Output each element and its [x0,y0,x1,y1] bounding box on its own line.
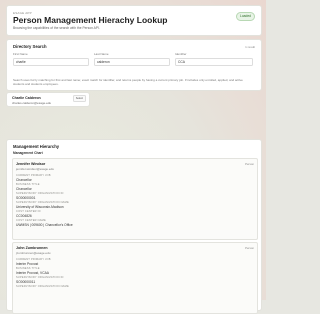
person-name: John Zumbrunnen [16,246,48,250]
status-badge: Loaded [235,12,255,21]
field-value: UWMSN | 009600 | Chancellor's Office [16,222,73,227]
last-name-input[interactable]: calderon [94,57,170,66]
person-field: CURRENT PRIMARY JOB Interim Provost [16,258,51,266]
field-label: CURRENT PRIMARY JOB [16,174,51,177]
management-hierarchy-panel: Management Hierarchy Management Chart Je… [6,139,262,314]
first-name-field: First Name charlie [13,52,89,66]
person-field: BUSINESS TITLE Interim Provost, VCAA [16,267,49,275]
person-field: COST CENTER ID CC004826 [16,210,41,218]
person-field: COST CENTER NAME UWMSN | 009600 | Chance… [16,219,73,227]
person-card[interactable]: John Zumbrunnen jzumbrunnen@esage.edu Pe… [12,242,258,314]
hierarchy-title: Management Hierarchy [13,144,60,149]
field-label: SUPERVISORY ORGANIZATION NAME [16,285,69,288]
field-value: SO00000011 [16,279,36,284]
field-label: SUPERVISORY ORGANIZATION NAME [16,201,69,204]
page-title: Person Management Hierachy Lookup [13,15,168,25]
person-role: Person [245,162,254,166]
identifier-field: Identifier CCA [175,52,253,66]
person-name: Jennifer Windsor [16,162,46,166]
result-name: Charlie Calderon [12,95,41,100]
first-name-input[interactable]: charlie [13,57,89,66]
last-name-label: Last Name [94,52,109,56]
person-field: CURRENT PRIMARY JOB Chancellor [16,174,51,182]
field-value: CC004826 [16,213,32,218]
last-name-field: Last Name calderon [94,52,170,66]
field-value: Chancellor [16,177,32,182]
field-label: COST CENTER ID [16,210,41,213]
search-result-card[interactable]: Charlie Calderon charles.calderon@esage.… [6,92,90,107]
management-chart-label: Management Chart [13,151,43,155]
directory-search-panel: Directory Search 1 result First Name cha… [6,39,262,91]
select-button[interactable]: Select [72,95,86,102]
page-subtitle: Browsing the capabilities of the search … [13,26,100,30]
person-card[interactable]: Jennifer Windsor jennifer.windsor@esage.… [12,158,258,240]
identifier-label: Identifier [175,52,187,56]
person-field: BUSINESS TITLE Chancellor [16,183,40,191]
search-hint: Search uses fuzzy matching for first and… [13,78,243,86]
person-field: SUPERVISORY ORGANIZATION NAME [16,285,69,289]
field-label: SUPERVISORY ORGANIZATION ID [16,276,64,279]
person-field: SUPERVISORY ORGANIZATION NAME University… [16,201,69,209]
person-email: jennifer.windsor@esage.edu [16,167,54,171]
field-label: SUPERVISORY ORGANIZATION ID [16,192,64,195]
field-value: Interim Provost, VCAA [16,270,49,275]
identifier-input[interactable]: CCA [175,57,253,66]
result-count: 1 result [245,45,255,49]
field-value: Chancellor [16,186,32,191]
directory-search-title: Directory Search [13,44,47,49]
person-role: Person [245,246,254,250]
person-field: SUPERVISORY ORGANIZATION ID SO00000011 [16,276,64,284]
person-field: SUPERVISORY ORGANIZATION ID SO00000001 [16,192,64,200]
first-name-label: First Name [13,52,28,56]
field-value: SO00000001 [16,195,36,200]
field-label: CURRENT PRIMARY JOB [16,258,51,261]
result-email: charles.calderon@esage.edu [12,100,52,105]
person-email: jzumbrunnen@esage.edu [16,251,51,255]
app-header: ESAGE APP Person Management Hierachy Loo… [6,5,262,36]
field-label: BUSINESS TITLE [16,183,40,186]
field-value: University of Wisconsin-Madison [16,204,64,209]
field-value: Interim Provost [16,261,39,266]
